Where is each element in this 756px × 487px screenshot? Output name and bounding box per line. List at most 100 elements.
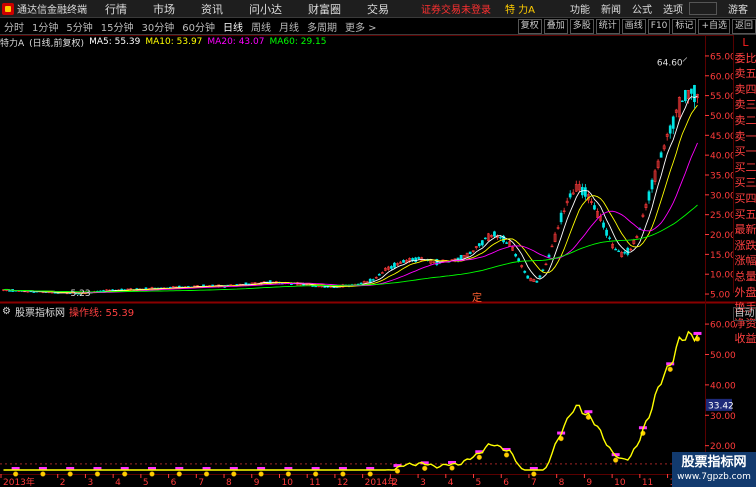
candle-body	[559, 212, 563, 223]
operation-line	[3, 330, 699, 471]
signal-marker	[667, 366, 673, 372]
date-tick-label: 10	[281, 478, 293, 487]
quote-field-label[interactable]: 总量	[734, 269, 756, 285]
signal-marker	[313, 471, 319, 477]
candle-body	[583, 187, 587, 197]
panel-marker: L	[742, 36, 749, 49]
date-tick-label: 3	[420, 478, 426, 487]
date-tick-label: 3	[87, 478, 93, 487]
candle-body	[680, 100, 684, 103]
quote-field-label[interactable]: 买五	[734, 207, 756, 223]
signal-marker	[94, 471, 101, 477]
auto-scale-button[interactable]: 自动	[733, 307, 756, 321]
signal-marker	[176, 471, 182, 477]
ma5-line	[3, 95, 698, 294]
candle-body	[538, 275, 542, 278]
quote-field-label[interactable]: 买二	[734, 160, 756, 176]
candle-body	[402, 260, 405, 263]
kline-chart[interactable]: 5.0010.0015.0020.0025.0030.0035.0040.004…	[0, 0, 756, 487]
date-tick-label: 11	[309, 478, 320, 487]
quote-field-label[interactable]: 委比	[734, 51, 756, 67]
quote-field-label[interactable]: 卖一	[734, 129, 756, 145]
date-tick-label: 10	[614, 478, 626, 487]
candle-body	[393, 262, 396, 268]
quote-field-label[interactable]: 外盘	[734, 285, 756, 301]
candle-body	[659, 152, 663, 158]
signal-marker	[613, 457, 619, 463]
date-tick-label: 8	[226, 478, 232, 487]
candle-body	[8, 290, 11, 292]
quote-field-label[interactable]: 收益	[734, 331, 756, 347]
candle-body	[668, 125, 672, 134]
quote-field-label[interactable]: 卖二	[734, 113, 756, 129]
signal-marker	[12, 471, 19, 477]
candle-body	[505, 242, 508, 244]
candle-body	[650, 179, 654, 190]
indicator-tick-label: 20.00	[710, 442, 736, 452]
quote-field-label[interactable]: 涨跌	[734, 238, 756, 254]
signal-marker	[367, 471, 373, 477]
candle-body	[368, 278, 372, 283]
ma60-line	[3, 204, 698, 293]
candle-body	[693, 85, 696, 103]
indicator-tick-label: 30.00	[710, 412, 736, 422]
candle-body	[493, 231, 496, 237]
quote-side-panel: L 委比 卖五 卖四 卖三 卖二 卖一 买一 买二 买三 买四 买五 最新 涨跌 涨幅 总量 外盘 换手 净资 收益	[733, 35, 756, 345]
quote-field-label[interactable]: 买一	[734, 144, 756, 160]
watermark-title: 股票指标网	[681, 455, 747, 470]
indicator-line-label: 操作线: 55.39	[68, 307, 135, 319]
indicator-tick-label: 60.00	[710, 321, 736, 331]
candle-body	[690, 88, 693, 94]
candle-body	[480, 240, 484, 246]
date-tick-label: 6	[503, 478, 509, 487]
signal-marker	[503, 452, 510, 458]
signal-marker	[285, 471, 292, 477]
candle-body	[593, 205, 596, 210]
ma10-line	[3, 104, 698, 294]
signal-marker	[258, 471, 264, 477]
quote-field-label[interactable]: 涨幅	[734, 253, 756, 269]
date-tick-label: 7	[531, 478, 537, 487]
price-annotation: 64.60	[657, 59, 683, 69]
indicator-tick-label: 50.00	[710, 351, 736, 361]
candle-body	[390, 266, 393, 269]
price-tick-label: 5.00	[710, 291, 730, 301]
candle-body	[417, 257, 421, 259]
candle-body	[517, 258, 521, 262]
date-tick-label: 4	[115, 478, 121, 487]
candle-body	[671, 116, 675, 129]
candle-body	[377, 273, 381, 276]
date-tick-label: 4	[448, 478, 454, 487]
quote-field-label[interactable]: 最新	[734, 222, 756, 238]
candle-body	[483, 237, 487, 240]
candle-body	[371, 279, 375, 281]
candle-body	[468, 251, 472, 254]
date-tick-label: 11	[642, 478, 653, 487]
candle-body	[535, 280, 539, 283]
quote-field-label[interactable]: 卖五	[734, 66, 756, 82]
date-tick-label: 12	[337, 478, 348, 487]
signal-marker	[67, 471, 73, 477]
candle-body	[514, 254, 518, 257]
center-marker: 定	[472, 291, 482, 304]
quote-field-label[interactable]: 卖四	[734, 82, 756, 98]
candle-body	[477, 243, 481, 247]
date-tick-label: 6	[171, 478, 177, 487]
ma20-line	[3, 142, 698, 293]
price-annotation: 5.23	[71, 289, 91, 299]
indicator-gear-icon[interactable]: ⚙	[2, 306, 11, 317]
quote-field-label[interactable]: 卖三	[734, 97, 756, 113]
candle-body	[526, 275, 530, 279]
quote-field-label[interactable]: 买四	[734, 191, 756, 207]
candle-body	[541, 269, 545, 271]
indicator-name[interactable]: 股票指标网	[15, 304, 65, 319]
signal-marker	[531, 471, 537, 477]
date-tick-label: 2013年	[3, 476, 35, 487]
signal-marker	[449, 465, 455, 471]
date-tick-label: 2	[392, 478, 398, 487]
date-tick-label: 5	[143, 478, 149, 487]
date-tick-label: 9	[586, 478, 592, 487]
quote-field-label[interactable]: 买三	[734, 175, 756, 191]
signal-marker	[40, 471, 46, 477]
date-tick-label: 5	[476, 478, 482, 487]
